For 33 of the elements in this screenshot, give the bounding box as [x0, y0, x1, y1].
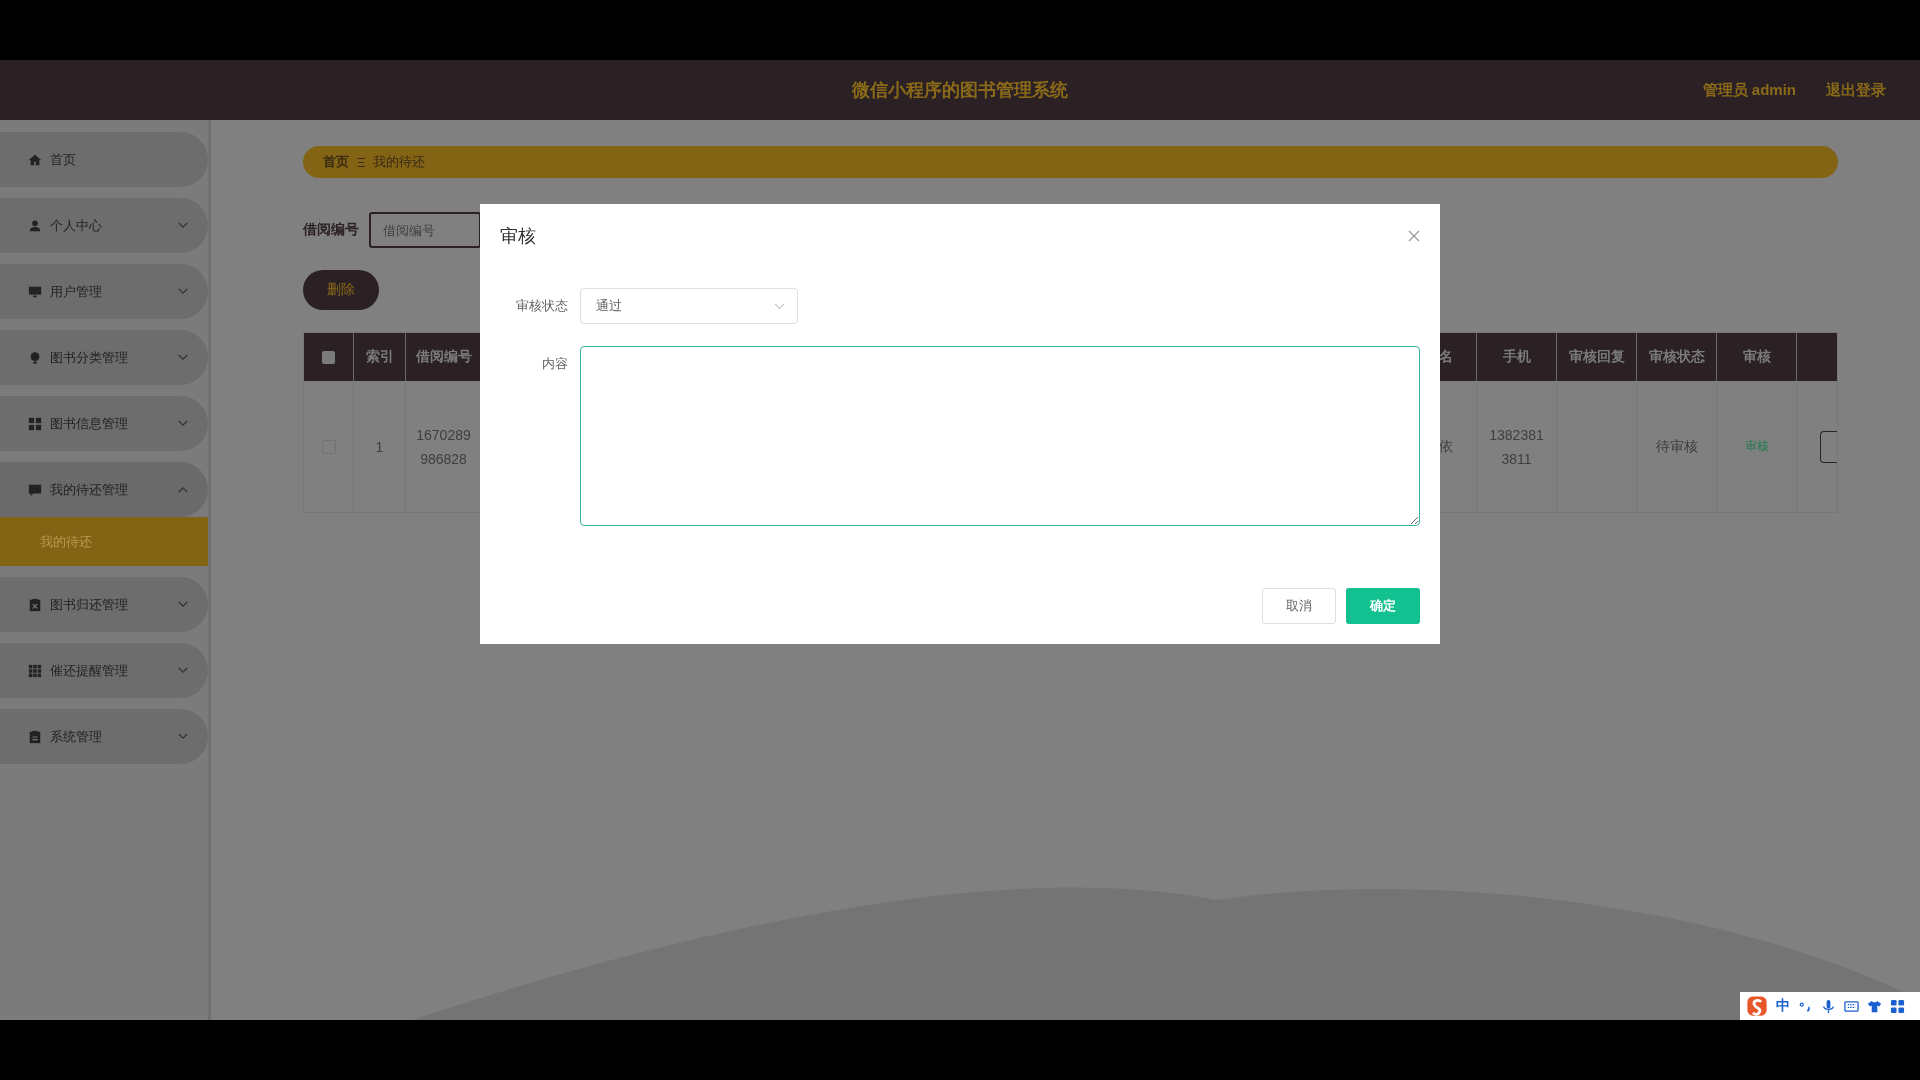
ime-mode-label[interactable]: 中 [1776, 997, 1790, 1015]
status-select[interactable]: 通过 [580, 288, 798, 324]
column-header: 审核状态 [1637, 333, 1717, 381]
column-header: 审核 [1717, 333, 1797, 381]
search-label: 借阅编号 [303, 221, 359, 239]
field-label: 内容 [541, 355, 568, 373]
breadcrumb-separator: Ξ [357, 154, 366, 170]
column-header: 手机 [1477, 333, 1557, 381]
logout-link[interactable]: 退出登录 [1826, 80, 1886, 100]
column-header: 索引 [354, 333, 406, 381]
table-cell: 13823813811 [1477, 381, 1557, 512]
field-label: 审核状态 [515, 297, 568, 315]
sidebar-item[interactable]: 图书分类管理 [0, 330, 208, 385]
sidebar-item[interactable]: 图书信息管理 [0, 396, 208, 451]
admin-user-label: 管理员 admin [1702, 80, 1796, 100]
sidebar-item[interactable]: 系统管理 [0, 709, 208, 764]
confirm-button[interactable]: 确定 [1346, 588, 1420, 624]
breadcrumb-link[interactable]: 我的待还 [373, 153, 426, 171]
cancel-button[interactable]: 取消 [1262, 588, 1336, 624]
dialog-title: 审核 [500, 225, 536, 248]
delete-button[interactable]: 删除 [303, 270, 379, 310]
search-field[interactable]: 借阅编号 [369, 212, 481, 248]
table-cell: 待审核 [1637, 381, 1717, 512]
sidebar-item[interactable]: 催还提醒管理 [0, 643, 208, 698]
sidebar-subitem[interactable]: 我的待还 [0, 517, 208, 566]
sidebar-item[interactable]: 图书归还管理 [0, 577, 208, 632]
sidebar-item[interactable]: 个人中心 [0, 198, 208, 253]
sidebar-item[interactable]: 首页 [0, 132, 208, 187]
column-header: 审核回复 [1557, 333, 1637, 381]
system-title: 微信小程序的图书管理系统 [852, 79, 1068, 102]
table-cell: 1 [354, 381, 406, 512]
breadcrumb-link[interactable]: 首页 [323, 153, 349, 171]
sidebar-item[interactable]: 用户管理 [0, 264, 208, 319]
